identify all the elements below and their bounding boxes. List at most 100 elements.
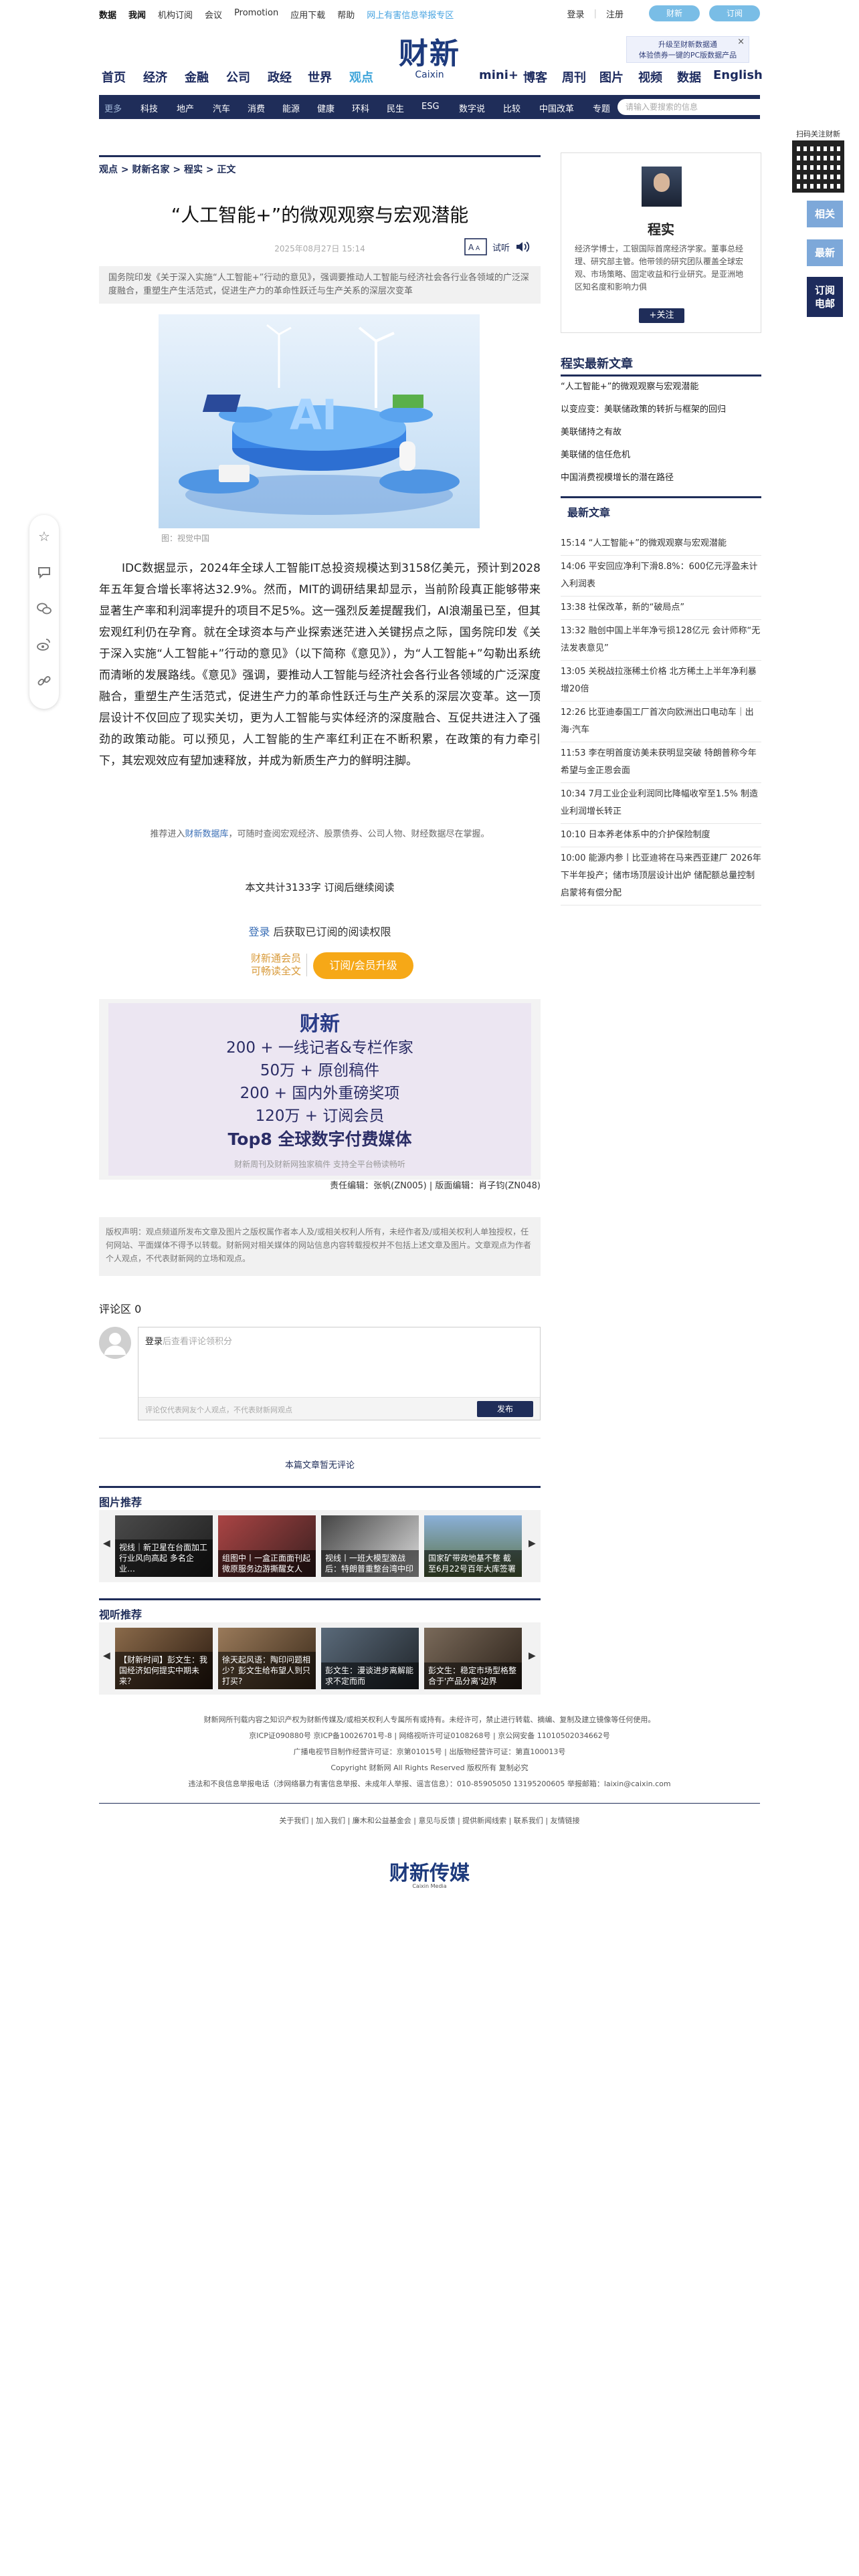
chevron-right-icon[interactable]: ▶ [529,1538,536,1549]
speaker-icon[interactable] [515,240,530,253]
news-time: 12:26 [561,708,586,718]
subnav-consumer[interactable]: 消费 [248,102,265,114]
list-item[interactable]: 12:26 比亚迪泰国工厂首次向欧洲出口电动车｜出海·汽车 [561,702,761,742]
link-icon[interactable] [36,673,52,689]
top-link-promotion[interactable]: Promotion [234,8,278,21]
subnav-topics[interactable]: 专题 [593,102,610,114]
comment-icon[interactable] [36,564,52,580]
top-link-wowen[interactable]: 我闻 [128,8,146,21]
list-item[interactable]: 15:14 “人工智能+”的微观观察与宏观潜能 [561,532,761,556]
footer-logo[interactable]: 财新传媒 Caixin Media [376,1856,483,1889]
nav-finance[interactable]: 金融 [185,68,209,86]
subnav-health[interactable]: 健康 [317,102,335,114]
register-link[interactable]: 注册 [606,7,624,20]
related-item[interactable]: 以变应变：美联储政策的转折与框架的回归 [561,399,761,421]
news-time: 13:05 [561,667,586,677]
video-card[interactable]: 彭文生：稳定市场型格整合于'产品分离'边界 [424,1628,522,1689]
nav-politics[interactable]: 政经 [268,68,292,86]
comment-login-link[interactable]: 登录 [145,1337,163,1347]
submit-comment-button[interactable]: 发布 [477,1401,533,1417]
nav-weekly[interactable]: 周刊 [562,68,586,86]
subscribe-button[interactable]: 订阅 [708,5,760,21]
video-card[interactable]: 彭文生：漫谈进步离解能求不定而而 [321,1628,419,1689]
chevron-left-icon[interactable]: ◀ [103,1650,110,1661]
list-item[interactable]: 14:06 平安回应净利下滑8.8%：600亿元浮盈未计入利润表 [561,556,761,597]
top-link-help[interactable]: 帮助 [337,8,355,21]
upgrade-block: 财新通会员 可畅读全文 订阅/会员升级 [221,950,421,980]
related-item[interactable]: 美联储持之有故 [561,421,761,444]
email-subscribe-button[interactable]: 订阅 电邮 [807,277,843,317]
top-link-data[interactable]: 数据 [99,8,116,21]
list-item[interactable]: 10:34 7月工业企业利润同比降幅收窄至1.5% 制造业利润增长转正 [561,783,761,824]
nav-data[interactable]: 数据 [677,68,701,86]
subnav-reform[interactable]: 中国改革 [539,102,574,114]
nav-economy[interactable]: 经济 [143,68,167,86]
search-icon[interactable] [834,100,848,115]
membership-banner[interactable]: 财新 200 + 一线记者&专栏作家 50万 + 原创稿件 200 + 国内外重… [99,999,541,1180]
related-button[interactable]: 相关 [807,201,843,227]
subnav-property[interactable]: 地产 [177,102,194,114]
nav-world[interactable]: 世界 [308,68,332,86]
picture-card[interactable]: 组图中丨一盒正面面刊起微原服务边游撕醒女人 [218,1515,316,1577]
top-link-report[interactable]: 网上有害信息举报专区 [367,8,454,21]
top-link-conference[interactable]: 会议 [205,8,222,21]
weibo-icon[interactable] [36,637,52,653]
upgrade-button[interactable]: 订阅/会员升级 [313,952,413,979]
nav-opinion[interactable]: 观点 [349,68,373,86]
list-item[interactable]: 13:38 社保改革，新的“破局点” [561,597,761,620]
list-item[interactable]: 13:05 关税战拉涨稀土价格 北方稀土上半年净利暴增20倍 [561,661,761,702]
video-card[interactable]: 徐天起风语：陶印问题相少？彭文生给布望人到只打买? [218,1628,316,1689]
related-item[interactable]: “人工智能+”的微观观察与宏观潜能 [561,376,761,399]
promo-banner[interactable]: 升级至财新数据通 体验债券一键的PC版数据产品 × [626,36,749,63]
author-photo[interactable] [642,167,682,207]
subnav-data-says[interactable]: 数字说 [459,102,485,114]
nav-video[interactable]: 视频 [638,68,662,86]
font-size-icon[interactable]: AA [464,238,487,255]
video-card[interactable]: 【财新时间】彭文生：我国经济如何提实中期未来？ [115,1628,213,1689]
nav-blog[interactable]: 博客 [523,68,547,86]
nav-home[interactable]: 首页 [102,68,126,86]
paywall-login-link[interactable]: 登录 [248,926,270,938]
search-input[interactable]: 请输入要搜索的信息 [617,99,771,115]
subnav-environment[interactable]: 环科 [352,102,369,114]
related-item[interactable]: 中国消费视模增长的潜在路径 [561,467,761,490]
wechat-icon[interactable] [36,601,52,617]
listen-label[interactable]: 试听 [492,241,510,253]
author-name[interactable]: 程实 [561,219,761,238]
footer-logo-text: 财新传媒 [389,1862,470,1885]
database-link[interactable]: 财新数据库 [185,829,228,839]
subnav-livelihood[interactable]: 民生 [387,102,404,114]
picture-card[interactable]: 国家矿带政地基不整 截至6月22号百年大库签署 [424,1515,522,1577]
latest-button[interactable]: 最新 [807,239,843,266]
chevron-left-icon[interactable]: ◀ [103,1538,110,1549]
login-link[interactable]: 登录 [567,7,585,20]
picture-card[interactable]: 视线｜新卫星在台面加工行业风向高起 多名企业… [115,1515,213,1577]
chevron-right-icon[interactable]: ▶ [529,1650,536,1661]
list-item[interactable]: 13:32 融创中国上半年净亏损128亿元 会计师称“无法发表意见” [561,620,761,661]
star-icon[interactable]: ☆ [36,528,52,544]
nav-pictures[interactable]: 图片 [599,68,624,86]
subnav-auto[interactable]: 汽车 [213,102,230,114]
banner-line-4: 120万 + 订阅会员 [255,1107,385,1125]
nav-mini[interactable]: mini+ [479,68,518,82]
top-link-institution[interactable]: 机构订阅 [158,8,193,21]
subnav-energy[interactable]: 能源 [282,102,300,114]
subnav-tech[interactable]: 科技 [140,102,158,114]
breadcrumb[interactable]: 观点 > 财新名家 > 程实 > 正文 [99,155,541,176]
list-item[interactable]: 11:53 李在明首度访美未获明显突破 特朗普称今年希望与金正恩会面 [561,742,761,783]
close-icon[interactable]: × [737,37,745,47]
related-item[interactable]: 美联储的信任危机 [561,444,761,467]
top-link-app[interactable]: 应用下载 [290,8,325,21]
nav-companies[interactable]: 公司 [226,68,250,86]
list-item[interactable]: 10:00 能源内参丨比亚迪将在马来西亚建厂 2026年下半年投产；储市场顶层设… [561,847,761,905]
subnav-compare[interactable]: 比较 [503,102,520,114]
subnav-more[interactable]: 更多 [104,102,122,114]
nav-english[interactable]: English [713,68,763,82]
list-item[interactable]: 10:10 日本养老体系中的介护保险制度 [561,824,761,847]
footer-links[interactable]: 关于我们 | 加入我们 | 廉木和公益基金会 | 意见与反馈 | 提供新闻线索 … [99,1815,760,1826]
follow-button[interactable]: +关注 [639,308,684,323]
subnav-esg[interactable]: ESG [421,102,440,112]
picture-card[interactable]: 视线丨一班大模型激战后：特朗普重整台湾中印 [321,1515,419,1577]
caixin-button[interactable]: 财新 [648,5,700,21]
comment-input[interactable]: 登录后查看评论领积分 评论仅代表网友个人观点，不代表财新网观点 发布 [138,1327,541,1420]
